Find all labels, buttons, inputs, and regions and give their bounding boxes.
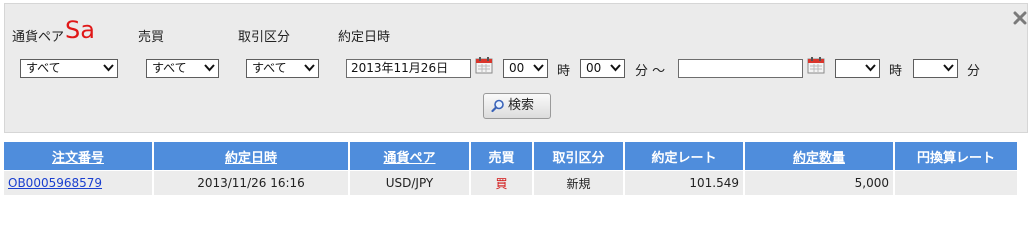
to-hour-unit-label: 時 — [889, 64, 903, 79]
minute-unit-tilde-label: 分 ～ — [635, 64, 666, 79]
search-filter-panel: 通貨ペア Sa 売買 取引区分 約定日時 すべて すべて すべて 2013年11… — [4, 3, 1028, 133]
magnifier-icon — [491, 99, 504, 113]
trade-type-select[interactable]: すべて — [246, 59, 319, 78]
header-trade-type: 取引区分 — [533, 142, 625, 171]
from-hour-value: 00 — [509, 61, 525, 75]
cell-currency-pair: USD/JPY — [349, 170, 471, 195]
sort-link-exec-quantity[interactable]: 約定数量 — [793, 151, 845, 166]
header-exec-datetime[interactable]: 約定日時 — [153, 142, 350, 171]
chevron-down-icon — [610, 64, 621, 72]
from-minute-value: 00 — [586, 61, 602, 75]
overlay-annotation: Sa — [65, 16, 95, 44]
sort-link-currency-pair[interactable]: 通貨ペア — [383, 151, 435, 166]
cell-exec-quantity: 5,000 — [744, 170, 895, 195]
calendar-icon[interactable] — [807, 56, 825, 74]
chevron-down-icon — [943, 64, 954, 72]
to-minute-unit-label: 分 — [967, 64, 981, 79]
header-exec-quantity[interactable]: 約定数量 — [744, 142, 895, 171]
calendar-icon[interactable] — [475, 56, 493, 74]
cell-order-no: OB0005968579 — [4, 170, 154, 195]
header-exec-rate: 約定レート — [624, 142, 745, 171]
table-header-row: 注文番号 約定日時 通貨ペア 売買 取引区分 約定レート 約定数量 円換算レート — [4, 142, 1019, 171]
chevron-down-icon — [103, 64, 114, 72]
header-side: 売買 — [470, 142, 534, 171]
cell-jpy-rate — [894, 170, 1019, 195]
to-date-field[interactable] — [678, 59, 803, 78]
label-exec-datetime: 約定日時 — [338, 30, 391, 45]
chevron-down-icon — [533, 64, 544, 72]
currency-pair-select[interactable]: すべて — [20, 59, 118, 78]
chevron-down-icon — [865, 64, 876, 72]
from-minute-select[interactable]: 00 — [580, 59, 625, 78]
label-trade-type: 取引区分 — [238, 30, 291, 45]
sort-link-exec-datetime[interactable]: 約定日時 — [225, 151, 277, 166]
to-minute-select[interactable] — [913, 59, 958, 78]
side-select-value: すべて — [152, 61, 187, 75]
cell-side: 買 — [470, 170, 534, 195]
cell-exec-rate: 101.549 — [624, 170, 745, 195]
order-no-link[interactable]: OB0005968579 — [8, 176, 102, 190]
search-button[interactable]: 検索 — [483, 93, 551, 119]
trade-type-select-value: すべて — [252, 61, 287, 75]
search-button-label: 検索 — [508, 98, 535, 113]
execution-results-table: 注文番号 約定日時 通貨ペア 売買 取引区分 約定レート 約定数量 円換算レート… — [4, 142, 1019, 195]
chevron-down-icon — [304, 64, 315, 72]
chevron-down-icon — [204, 64, 215, 72]
label-side: 売買 — [138, 30, 165, 45]
from-date-field[interactable]: 2013年11月26日 — [346, 59, 471, 78]
sort-link-order-no[interactable]: 注文番号 — [52, 151, 104, 166]
hour-unit-label: 時 — [557, 64, 571, 79]
header-jpy-rate: 円換算レート — [894, 142, 1019, 171]
currency-pair-select-value: すべて — [26, 61, 61, 75]
to-hour-select[interactable] — [835, 59, 880, 78]
from-hour-select[interactable]: 00 — [503, 59, 548, 78]
cell-trade-type: 新規 — [533, 170, 625, 195]
header-currency-pair[interactable]: 通貨ペア — [349, 142, 471, 171]
close-icon[interactable] — [1012, 10, 1028, 26]
side-select[interactable]: すべて — [146, 59, 219, 78]
table-row: OB0005968579 2013/11/26 16:16 USD/JPY 買 … — [4, 170, 1019, 195]
from-date-value: 2013年11月26日 — [351, 61, 449, 75]
header-order-no[interactable]: 注文番号 — [4, 142, 154, 171]
cell-exec-datetime: 2013/11/26 16:16 — [153, 170, 350, 195]
label-currency-pair: 通貨ペア — [12, 30, 65, 45]
